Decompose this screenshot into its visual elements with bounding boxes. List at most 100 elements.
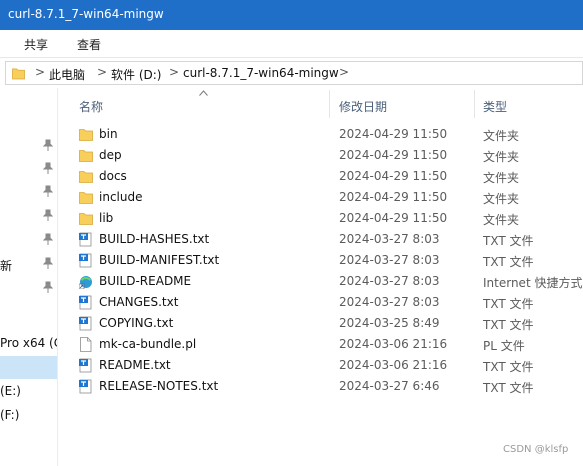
title-bar: curl-8.7.1_7-win64-mingw bbox=[0, 0, 583, 30]
text-file-icon bbox=[79, 253, 93, 268]
file-modified-date: 2024-04-29 11:50 bbox=[339, 190, 448, 204]
pin-icon[interactable] bbox=[42, 185, 54, 197]
file-type: 文件夹 bbox=[483, 213, 520, 227]
file-name: BUILD-README bbox=[99, 274, 192, 288]
file-name: RELEASE-NOTES.txt bbox=[99, 379, 219, 393]
file-name: docs bbox=[99, 169, 127, 183]
column-header-type[interactable]: 类型 bbox=[483, 98, 507, 115]
list-item[interactable]: bin 2024-04-29 11:50 文件夹 bbox=[60, 124, 583, 145]
list-item[interactable]: dep 2024-04-29 11:50 文件夹 bbox=[60, 145, 583, 166]
file-name: mk-ca-bundle.pl bbox=[99, 337, 197, 351]
file-type: TXT 文件 bbox=[483, 360, 534, 374]
generic-file-icon bbox=[79, 337, 93, 352]
file-type: TXT 文件 bbox=[483, 297, 534, 311]
watermark: CSDN @klsfp bbox=[503, 444, 569, 455]
sort-ascending-icon bbox=[199, 88, 208, 99]
file-modified-date: 2024-04-29 11:50 bbox=[339, 127, 448, 141]
file-type: 文件夹 bbox=[483, 150, 520, 164]
file-name: include bbox=[99, 190, 143, 204]
list-item[interactable]: RELEASE-NOTES.txt 2024-03-27 6:46 TXT 文件 bbox=[60, 376, 583, 397]
file-type: 文件夹 bbox=[483, 129, 520, 143]
ribbon: 共享 查看 bbox=[0, 30, 583, 58]
file-type: TXT 文件 bbox=[483, 381, 534, 395]
text-file-icon bbox=[79, 379, 93, 394]
breadcrumb-current-folder[interactable]: curl-8.7.1_7-win64-mingw bbox=[183, 66, 339, 80]
file-name: COPYING.txt bbox=[99, 316, 174, 330]
chevron-right-icon: > bbox=[97, 65, 108, 79]
tab-share[interactable]: 共享 bbox=[24, 36, 48, 53]
list-item[interactable]: include 2024-04-29 11:50 文件夹 bbox=[60, 187, 583, 208]
text-file-icon bbox=[79, 295, 93, 310]
nav-item-drive-e[interactable]: (E:) bbox=[0, 384, 21, 398]
list-item[interactable]: lib 2024-04-29 11:50 文件夹 bbox=[60, 208, 583, 229]
pin-icon[interactable] bbox=[42, 281, 54, 293]
file-type: PL 文件 bbox=[483, 339, 525, 353]
file-name: lib bbox=[99, 211, 114, 225]
text-file-icon bbox=[79, 358, 93, 373]
list-item[interactable]: mk-ca-bundle.pl 2024-03-06 21:16 PL 文件 bbox=[60, 334, 583, 355]
nav-item-drive-c[interactable]: Pro x64 (C bbox=[0, 336, 57, 350]
file-modified-date: 2024-03-06 21:16 bbox=[339, 337, 448, 351]
file-name: dep bbox=[99, 148, 122, 162]
list-item[interactable]: BUILD-MANIFEST.txt 2024-03-27 8:03 TXT 文件 bbox=[60, 250, 583, 271]
file-modified-date: 2024-04-29 11:50 bbox=[339, 169, 448, 183]
file-modified-date: 2024-03-27 8:03 bbox=[339, 274, 440, 288]
pin-icon[interactable] bbox=[42, 139, 54, 151]
file-modified-date: 2024-03-27 6:46 bbox=[339, 379, 440, 393]
folder-icon bbox=[12, 68, 25, 80]
list-item[interactable]: BUILD-README 2024-03-27 8:03 Internet 快捷方式 bbox=[60, 271, 583, 292]
nav-item-drive-f[interactable]: (F:) bbox=[0, 408, 19, 422]
window-title: curl-8.7.1_7-win64-mingw bbox=[8, 7, 164, 21]
column-header-name[interactable]: 名称 bbox=[79, 98, 103, 115]
file-name: bin bbox=[99, 127, 118, 141]
list-item[interactable]: CHANGES.txt 2024-03-27 8:03 TXT 文件 bbox=[60, 292, 583, 313]
text-file-icon bbox=[79, 316, 93, 331]
file-modified-date: 2024-03-27 8:03 bbox=[339, 295, 440, 309]
file-name: BUILD-MANIFEST.txt bbox=[99, 253, 220, 267]
column-headers: 名称 修改日期 类型 bbox=[60, 90, 583, 120]
text-file-icon bbox=[79, 232, 93, 247]
file-type: Internet 快捷方式 bbox=[483, 276, 583, 290]
file-modified-date: 2024-03-25 8:49 bbox=[339, 316, 440, 330]
folder-icon bbox=[79, 211, 93, 226]
file-modified-date: 2024-03-27 8:03 bbox=[339, 253, 440, 267]
folder-icon bbox=[79, 169, 93, 184]
pin-icon[interactable] bbox=[42, 209, 54, 221]
breadcrumb-drive-d[interactable]: 软件 (D:) bbox=[111, 66, 161, 83]
file-name: CHANGES.txt bbox=[99, 295, 179, 309]
column-header-modified[interactable]: 修改日期 bbox=[339, 98, 387, 115]
breadcrumb-this-pc[interactable]: 此电脑 bbox=[49, 66, 85, 83]
file-modified-date: 2024-04-29 11:50 bbox=[339, 211, 448, 225]
list-item[interactable]: README.txt 2024-03-06 21:16 TXT 文件 bbox=[60, 355, 583, 376]
chevron-right-icon: > bbox=[169, 65, 180, 79]
file-modified-date: 2024-03-27 8:03 bbox=[339, 232, 440, 246]
list-item[interactable]: BUILD-HASHES.txt 2024-03-27 8:03 TXT 文件 bbox=[60, 229, 583, 250]
pin-icon[interactable] bbox=[42, 233, 54, 245]
column-divider[interactable] bbox=[329, 90, 330, 118]
file-type: TXT 文件 bbox=[483, 234, 534, 248]
column-divider[interactable] bbox=[474, 90, 475, 118]
chevron-right-icon: > bbox=[35, 65, 46, 79]
folder-icon bbox=[79, 190, 93, 205]
address-bar[interactable]: > 此电脑 > 软件 (D:) > curl-8.7.1_7-win64-min… bbox=[5, 61, 583, 85]
file-modified-date: 2024-03-06 21:16 bbox=[339, 358, 448, 372]
file-name: BUILD-HASHES.txt bbox=[99, 232, 210, 246]
file-type: 文件夹 bbox=[483, 192, 520, 206]
internet-shortcut-icon bbox=[78, 274, 93, 290]
pin-icon[interactable] bbox=[42, 257, 54, 269]
nav-item-partial[interactable]: 新 bbox=[0, 257, 12, 274]
file-name: README.txt bbox=[99, 358, 171, 372]
nav-item-selected[interactable] bbox=[0, 356, 57, 379]
file-type: TXT 文件 bbox=[483, 255, 534, 269]
folder-icon bbox=[79, 148, 93, 163]
file-modified-date: 2024-04-29 11:50 bbox=[339, 148, 448, 162]
tab-view[interactable]: 查看 bbox=[77, 36, 101, 53]
pin-icon[interactable] bbox=[42, 162, 54, 174]
file-type: 文件夹 bbox=[483, 171, 520, 185]
chevron-right-icon: > bbox=[339, 65, 350, 79]
navigation-pane: 新 Pro x64 (C (E:) (F:) bbox=[0, 88, 58, 466]
list-item[interactable]: COPYING.txt 2024-03-25 8:49 TXT 文件 bbox=[60, 313, 583, 334]
file-type: TXT 文件 bbox=[483, 318, 534, 332]
list-item[interactable]: docs 2024-04-29 11:50 文件夹 bbox=[60, 166, 583, 187]
folder-icon bbox=[79, 127, 93, 142]
